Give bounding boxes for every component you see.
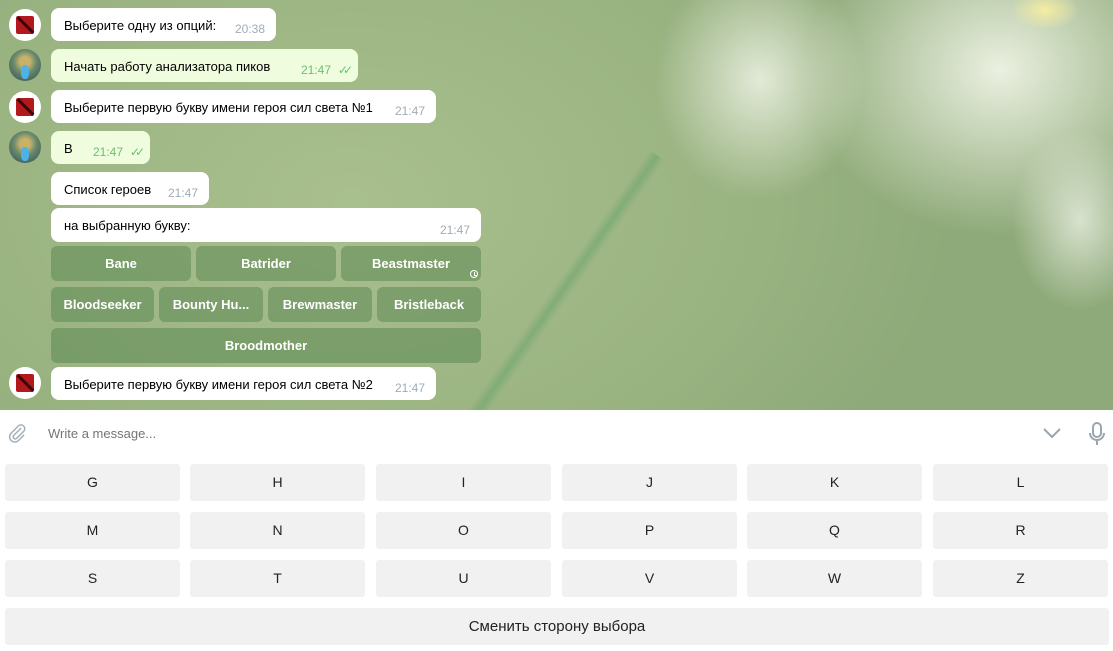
key-w[interactable]: W	[747, 560, 922, 597]
message-bubble: Список героев 21:47	[51, 172, 209, 205]
bot-avatar[interactable]	[9, 91, 41, 123]
dota-logo-icon	[16, 374, 34, 392]
paperclip-icon[interactable]	[7, 423, 27, 443]
message-text: Список героев	[64, 182, 152, 197]
message-text: Выберите одну из опций:	[64, 18, 217, 33]
key-t[interactable]: T	[190, 560, 365, 597]
switch-side-button[interactable]: Сменить сторону выбора	[5, 608, 1109, 645]
message-time: 21:47	[300, 63, 331, 77]
inline-button-brewmaster[interactable]: Brewmaster	[268, 287, 372, 322]
message-time: 21:47	[167, 186, 198, 200]
reply-keyboard: G H I J K L M N O P Q R S T U V W Z Смен…	[0, 457, 1113, 651]
key-q[interactable]: Q	[747, 512, 922, 549]
message-bubble: на выбранную букву: 21:47	[51, 208, 481, 242]
message-text: на выбранную букву:	[64, 218, 191, 233]
key-h[interactable]: H	[190, 464, 365, 501]
key-m[interactable]: M	[5, 512, 180, 549]
inline-button-batrider[interactable]: Batrider	[196, 246, 336, 281]
key-k[interactable]: K	[747, 464, 922, 501]
key-o[interactable]: O	[376, 512, 551, 549]
microphone-icon[interactable]	[1087, 421, 1107, 447]
key-i[interactable]: I	[376, 464, 551, 501]
key-s[interactable]: S	[5, 560, 180, 597]
message-bubble: Выберите одну из опций: 20:38	[51, 8, 276, 41]
message-text: Выберите первую букву имени героя сил св…	[64, 100, 373, 115]
bot-avatar[interactable]	[9, 367, 41, 399]
message-composer	[0, 410, 1113, 457]
key-p[interactable]: P	[562, 512, 737, 549]
key-u[interactable]: U	[376, 560, 551, 597]
key-g[interactable]: G	[5, 464, 180, 501]
key-l[interactable]: L	[933, 464, 1108, 501]
message-bubble: Выберите первую букву имени героя сил св…	[51, 90, 436, 123]
key-j[interactable]: J	[562, 464, 737, 501]
user-avatar[interactable]	[9, 131, 41, 163]
message-input[interactable]	[48, 426, 998, 441]
message-time: 21:47	[394, 104, 425, 118]
inline-button-bounty-hunter[interactable]: Bounty Hu...	[159, 287, 263, 322]
inline-button-label: Beastmaster	[371, 256, 451, 271]
user-avatar-figure	[21, 147, 29, 161]
background-flower-center	[1010, 0, 1080, 30]
message-bubble: B 21:47 ✓✓	[51, 131, 150, 164]
message-time: 21:47	[439, 223, 470, 237]
message-text: B	[64, 141, 73, 156]
message-bubble: Начать работу анализатора пиков 21:47 ✓✓	[51, 49, 358, 82]
key-r[interactable]: R	[933, 512, 1108, 549]
clock-icon	[470, 270, 478, 278]
message-text: Выберите первую букву имени героя сил св…	[64, 377, 373, 392]
inline-button-bristleback[interactable]: Bristleback	[377, 287, 481, 322]
inline-button-bane[interactable]: Bane	[51, 246, 191, 281]
key-n[interactable]: N	[190, 512, 365, 549]
message-time: 21:47	[92, 145, 123, 159]
message-text: Начать работу анализатора пиков	[64, 59, 271, 74]
user-avatar-figure	[21, 65, 29, 79]
dota-logo-icon	[16, 98, 34, 116]
message-time: 21:47	[394, 381, 425, 395]
key-v[interactable]: V	[562, 560, 737, 597]
double-check-icon: ✓✓	[129, 145, 145, 159]
inline-button-beastmaster[interactable]: Beastmaster	[341, 246, 481, 281]
message-bubble: Выберите первую букву имени героя сил св…	[51, 367, 436, 400]
message-time: 20:38	[234, 22, 265, 36]
key-z[interactable]: Z	[933, 560, 1108, 597]
inline-button-broodmother[interactable]: Broodmother	[51, 328, 481, 363]
inline-button-bloodseeker[interactable]: Bloodseeker	[51, 287, 154, 322]
chat-area: Выберите одну из опций: 20:38 Начать раб…	[0, 0, 1113, 410]
dota-logo-icon	[16, 16, 34, 34]
user-avatar[interactable]	[9, 49, 41, 81]
double-check-icon: ✓✓	[337, 63, 353, 77]
chevron-down-icon[interactable]	[1042, 425, 1062, 441]
bot-avatar[interactable]	[9, 9, 41, 41]
